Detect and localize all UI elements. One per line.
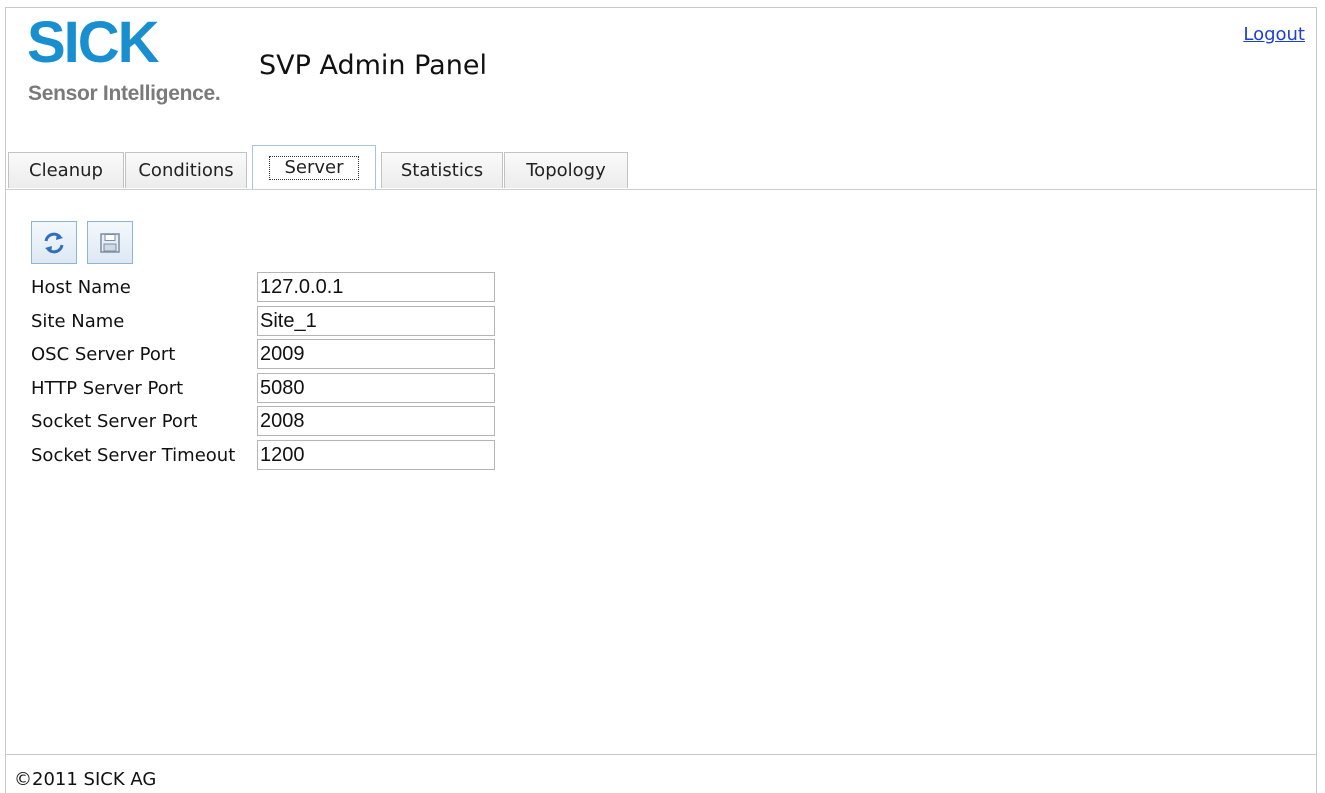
sick-logo: SICK bbox=[27, 10, 160, 75]
refresh-icon bbox=[42, 231, 66, 255]
http-server-port-input[interactable] bbox=[257, 373, 495, 403]
tab-bar: Cleanup Conditions Server Statistics Top… bbox=[8, 145, 1318, 190]
osc-server-port-label: OSC Server Port bbox=[31, 344, 176, 365]
tab-topology[interactable]: Topology bbox=[504, 152, 628, 188]
page-frame bbox=[5, 7, 1317, 793]
tab-label: Topology bbox=[526, 160, 606, 181]
host-name-label: Host Name bbox=[31, 277, 131, 298]
logout-link[interactable]: Logout bbox=[1243, 24, 1305, 45]
tab-label: Cleanup bbox=[29, 160, 103, 181]
tab-conditions[interactable]: Conditions bbox=[125, 152, 247, 188]
http-server-port-label: HTTP Server Port bbox=[31, 378, 184, 399]
tab-server[interactable]: Server bbox=[252, 145, 376, 190]
tab-divider bbox=[6, 189, 1317, 190]
tab-label: Conditions bbox=[138, 160, 234, 181]
page-title: SVP Admin Panel bbox=[259, 50, 487, 81]
footer-divider bbox=[6, 754, 1317, 755]
tab-label: Server bbox=[269, 155, 359, 180]
site-name-label: Site Name bbox=[31, 311, 125, 332]
socket-server-port-label: Socket Server Port bbox=[31, 411, 198, 432]
socket-server-port-input[interactable] bbox=[257, 406, 495, 436]
host-name-input[interactable] bbox=[257, 272, 495, 302]
copyright-text: ©2011 SICK AG bbox=[14, 769, 157, 790]
socket-server-timeout-label: Socket Server Timeout bbox=[31, 445, 236, 466]
tab-cleanup[interactable]: Cleanup bbox=[8, 152, 124, 188]
tab-label: Statistics bbox=[400, 160, 484, 181]
site-name-input[interactable] bbox=[257, 306, 495, 336]
osc-server-port-input[interactable] bbox=[257, 339, 495, 369]
socket-server-timeout-input[interactable] bbox=[257, 440, 495, 470]
save-button[interactable] bbox=[87, 221, 133, 264]
floppy-disk-icon bbox=[98, 231, 122, 255]
logo-tagline: Sensor Intelligence. bbox=[28, 82, 221, 105]
tab-statistics[interactable]: Statistics bbox=[381, 152, 503, 188]
refresh-button[interactable] bbox=[31, 221, 77, 264]
